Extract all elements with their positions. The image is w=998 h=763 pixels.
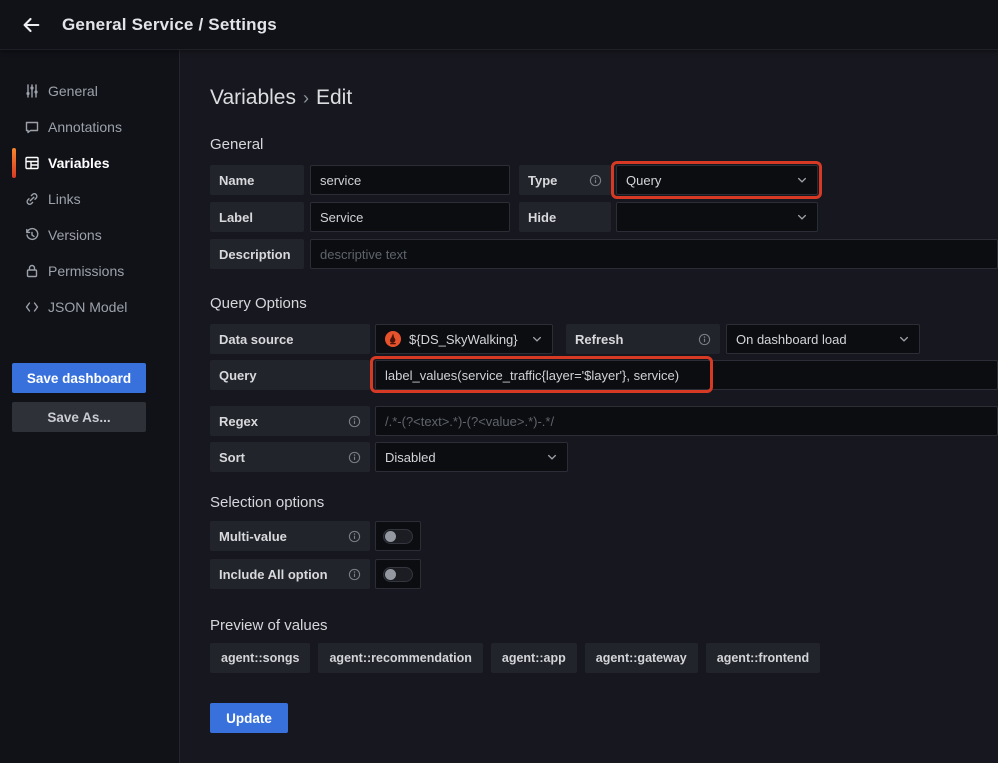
- breadcrumb-variables[interactable]: Variables: [210, 86, 296, 109]
- code-brackets-icon: [24, 299, 40, 315]
- regex-label: Regex: [210, 406, 370, 436]
- name-label: Name: [210, 165, 304, 195]
- sidebar-item-variables[interactable]: Variables: [0, 145, 179, 181]
- toggle-track: [383, 567, 413, 582]
- refresh-label: Refresh: [566, 324, 720, 354]
- datasource-value: ${DS_SkyWalking}: [409, 332, 518, 347]
- link-icon: [24, 191, 40, 207]
- sidebar-item-label: Links: [48, 191, 81, 207]
- include-all-toggle[interactable]: [375, 559, 421, 589]
- sidebar-item-label: General: [48, 83, 98, 99]
- arrow-left-icon: [20, 14, 42, 36]
- comment-icon: [24, 119, 40, 135]
- variables-edit-pane: Variables›Edit General Name Type Query: [180, 50, 998, 763]
- description-input[interactable]: [310, 239, 998, 269]
- label-label: Label: [210, 202, 304, 232]
- regex-row: Regex: [210, 406, 998, 436]
- datasource-label: Data source: [210, 324, 370, 354]
- name-input[interactable]: [310, 165, 510, 195]
- breadcrumb-edit: Edit: [316, 86, 352, 109]
- sort-select-value: Disabled: [385, 450, 436, 465]
- datasource-refresh-row: Data source ${DS_SkyWalking} Refresh On …: [210, 324, 998, 354]
- sidebar-item-label: Permissions: [48, 263, 124, 279]
- variables-grid-icon: [24, 155, 40, 171]
- page-title: Variables›Edit: [210, 86, 998, 110]
- sort-row: Sort Disabled: [210, 442, 998, 472]
- hide-select[interactable]: [616, 202, 818, 232]
- sidebar-item-json-model[interactable]: JSON Model: [0, 289, 179, 325]
- info-icon[interactable]: [348, 530, 361, 543]
- preview-values: agent::songs agent::recommendation agent…: [210, 643, 998, 673]
- sidebar-item-annotations[interactable]: Annotations: [0, 109, 179, 145]
- preview-value-chip: agent::songs: [210, 643, 310, 673]
- toggle-track: [383, 529, 413, 544]
- lock-icon: [24, 263, 40, 279]
- prometheus-flame-icon: [385, 331, 401, 347]
- dashboard-settings-title: General Service / Settings: [62, 15, 277, 35]
- chevron-down-icon: [898, 333, 910, 345]
- datasource-picker[interactable]: ${DS_SkyWalking}: [375, 324, 553, 354]
- sidebar-item-general[interactable]: General: [0, 73, 179, 109]
- chevron-down-icon: [546, 451, 558, 463]
- type-select[interactable]: Query: [616, 165, 818, 195]
- sliders-icon: [24, 83, 40, 99]
- description-label: Description: [210, 239, 304, 269]
- label-hide-row: Label Hide: [210, 202, 998, 232]
- selection-options-heading: Selection options: [210, 494, 998, 511]
- sidebar-item-label: Annotations: [48, 119, 122, 135]
- name-type-row: Name Type Query: [210, 165, 998, 195]
- save-as-button[interactable]: Save As...: [12, 402, 146, 432]
- sidebar-item-permissions[interactable]: Permissions: [0, 253, 179, 289]
- chevron-down-icon: [796, 211, 808, 223]
- hide-label: Hide: [519, 202, 611, 232]
- sidebar-item-versions[interactable]: Versions: [0, 217, 179, 253]
- type-select-value: Query: [626, 173, 661, 188]
- sort-label: Sort: [210, 442, 370, 472]
- chevron-down-icon: [531, 333, 543, 345]
- include-all-label: Include All option: [210, 559, 370, 589]
- update-button[interactable]: Update: [210, 703, 288, 733]
- info-icon[interactable]: [348, 415, 361, 428]
- back-button[interactable]: [16, 10, 46, 40]
- type-label: Type: [519, 165, 611, 195]
- info-icon[interactable]: [698, 333, 711, 346]
- multi-value-row: Multi-value: [210, 521, 998, 551]
- breadcrumb-separator: ›: [296, 88, 316, 108]
- active-tab-indicator: [12, 148, 16, 178]
- refresh-select[interactable]: On dashboard load: [726, 324, 920, 354]
- label-input[interactable]: [310, 202, 510, 232]
- sidebar-item-links[interactable]: Links: [0, 181, 179, 217]
- info-icon[interactable]: [589, 174, 602, 187]
- toggle-knob: [385, 569, 396, 580]
- preview-value-chip: agent::recommendation: [318, 643, 482, 673]
- include-all-row: Include All option: [210, 559, 998, 589]
- query-label: Query: [210, 360, 370, 390]
- regex-input[interactable]: [375, 406, 998, 436]
- info-icon[interactable]: [348, 568, 361, 581]
- query-options-heading: Query Options: [210, 295, 998, 312]
- multi-value-label: Multi-value: [210, 521, 370, 551]
- general-section-heading: General: [210, 136, 998, 153]
- query-row: Query: [210, 360, 998, 390]
- sidebar-item-label: Versions: [48, 227, 102, 243]
- preview-heading: Preview of values: [210, 617, 998, 634]
- info-icon[interactable]: [348, 451, 361, 464]
- sidebar-item-label: JSON Model: [48, 299, 127, 315]
- refresh-select-value: On dashboard load: [736, 332, 847, 347]
- toggle-knob: [385, 531, 396, 542]
- settings-sidebar: General Annotations Variables Links: [0, 50, 180, 763]
- preview-value-chip: agent::gateway: [585, 643, 698, 673]
- preview-value-chip: agent::app: [491, 643, 577, 673]
- preview-value-chip: agent::frontend: [706, 643, 820, 673]
- top-header: General Service / Settings: [0, 0, 998, 50]
- history-icon: [24, 227, 40, 243]
- query-input[interactable]: [375, 360, 998, 390]
- chevron-down-icon: [796, 174, 808, 186]
- multi-value-toggle[interactable]: [375, 521, 421, 551]
- sort-select[interactable]: Disabled: [375, 442, 568, 472]
- description-row: Description: [210, 239, 998, 269]
- save-dashboard-button[interactable]: Save dashboard: [12, 363, 146, 393]
- sidebar-item-label: Variables: [48, 155, 110, 171]
